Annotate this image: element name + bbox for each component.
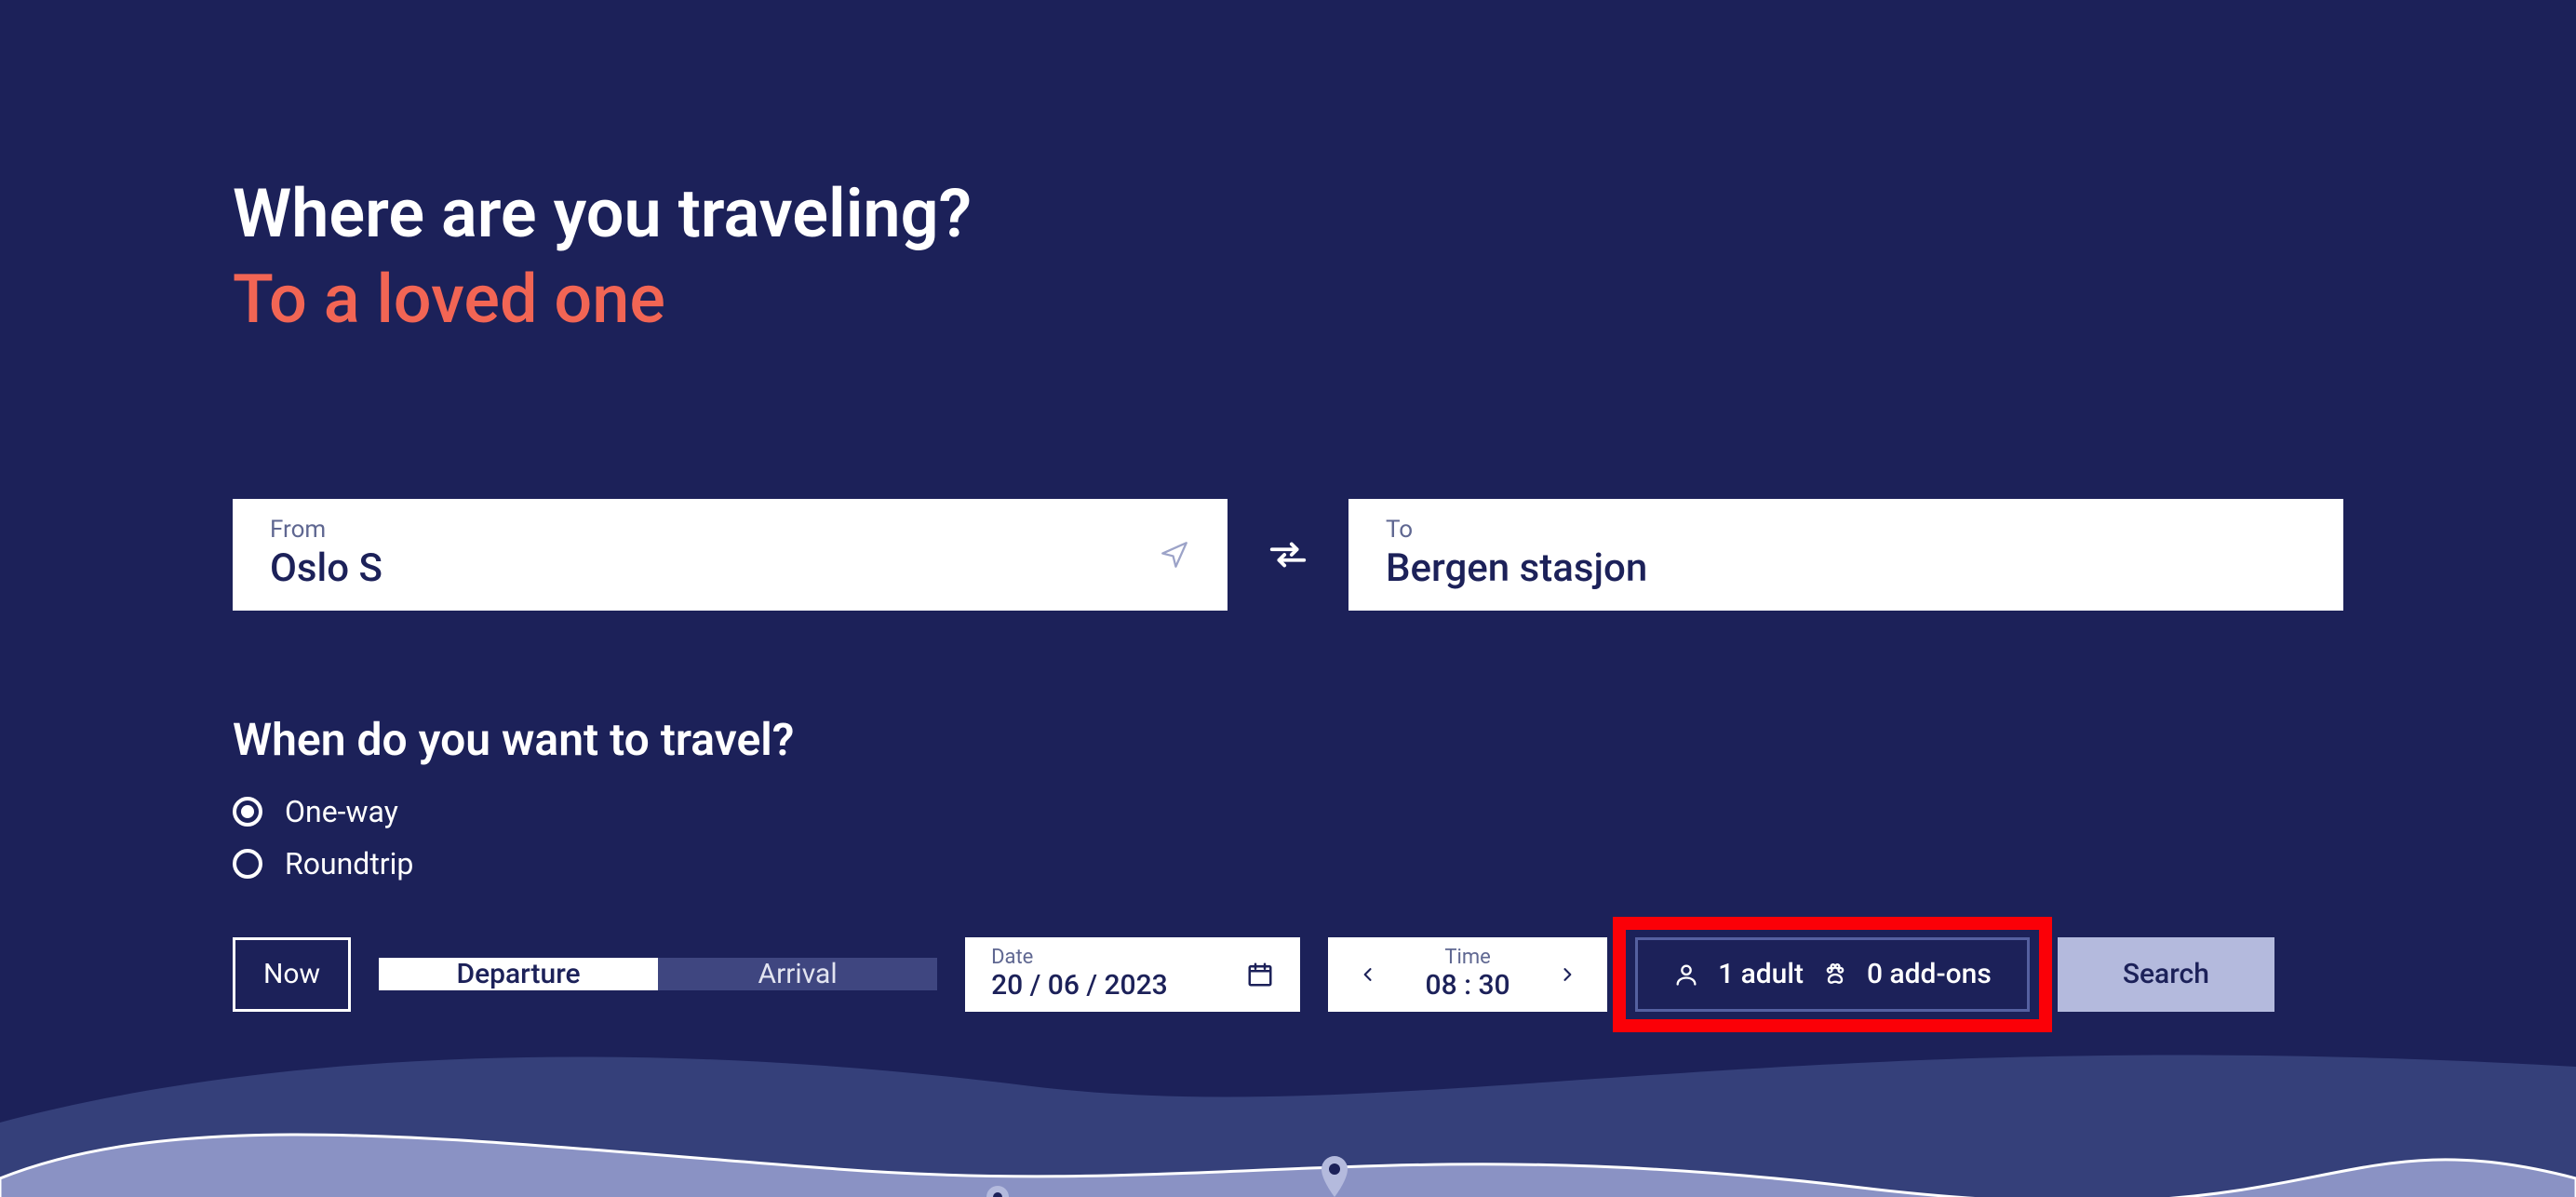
radio-roundtrip-label: Roundtrip [285,846,413,881]
trip-type-group: One-way Roundtrip [233,794,2343,881]
page-title: Where are you traveling? [233,177,2343,250]
time-value: 08 : 30 [1426,970,1510,1001]
date-label: Date [991,948,1168,968]
radio-oneway-label: One-way [285,794,398,829]
chevron-left-icon[interactable] [1354,962,1382,988]
paw-icon [1822,962,1848,988]
from-label: From [270,518,1190,542]
radio-roundtrip[interactable]: Roundtrip [233,846,2343,881]
person-icon [1673,962,1699,988]
to-label: To [1386,518,2306,542]
location-arrow-icon[interactable] [1159,539,1190,571]
time-label: Time [1426,948,1510,968]
from-station-input[interactable]: From Oslo S [233,499,1228,611]
passengers-addons-text: 0 add-ons [1867,958,1992,990]
decorative-landscape [0,1011,2576,1197]
time-picker[interactable]: Time 08 : 30 [1328,937,1607,1012]
date-picker[interactable]: Date 20 / 06 / 2023 [965,937,1300,1012]
radio-icon [233,849,262,879]
tab-arrival[interactable]: Arrival [658,958,937,990]
now-button[interactable]: Now [233,937,351,1012]
page-subtitle: To a loved one [233,260,2343,340]
passengers-adult-text: 1 adult [1718,958,1804,990]
search-button[interactable]: Search [2058,937,2274,1012]
calendar-icon [1246,961,1274,989]
passengers-button[interactable]: 1 adult 0 add-ons [1635,937,2030,1012]
radio-oneway[interactable]: One-way [233,794,2343,829]
swap-stations-icon[interactable] [1265,533,1311,576]
to-station-input[interactable]: To Bergen stasjon [1348,499,2343,611]
when-heading: When do you want to travel? [233,713,2343,766]
tab-departure[interactable]: Departure [379,958,658,990]
departure-arrival-toggle: Departure Arrival [379,937,937,1012]
date-value: 20 / 06 / 2023 [991,970,1168,1001]
chevron-right-icon[interactable] [1553,962,1581,988]
to-value: Bergen stasjon [1386,547,2306,590]
from-value: Oslo S [270,547,1190,590]
radio-icon [233,797,262,827]
